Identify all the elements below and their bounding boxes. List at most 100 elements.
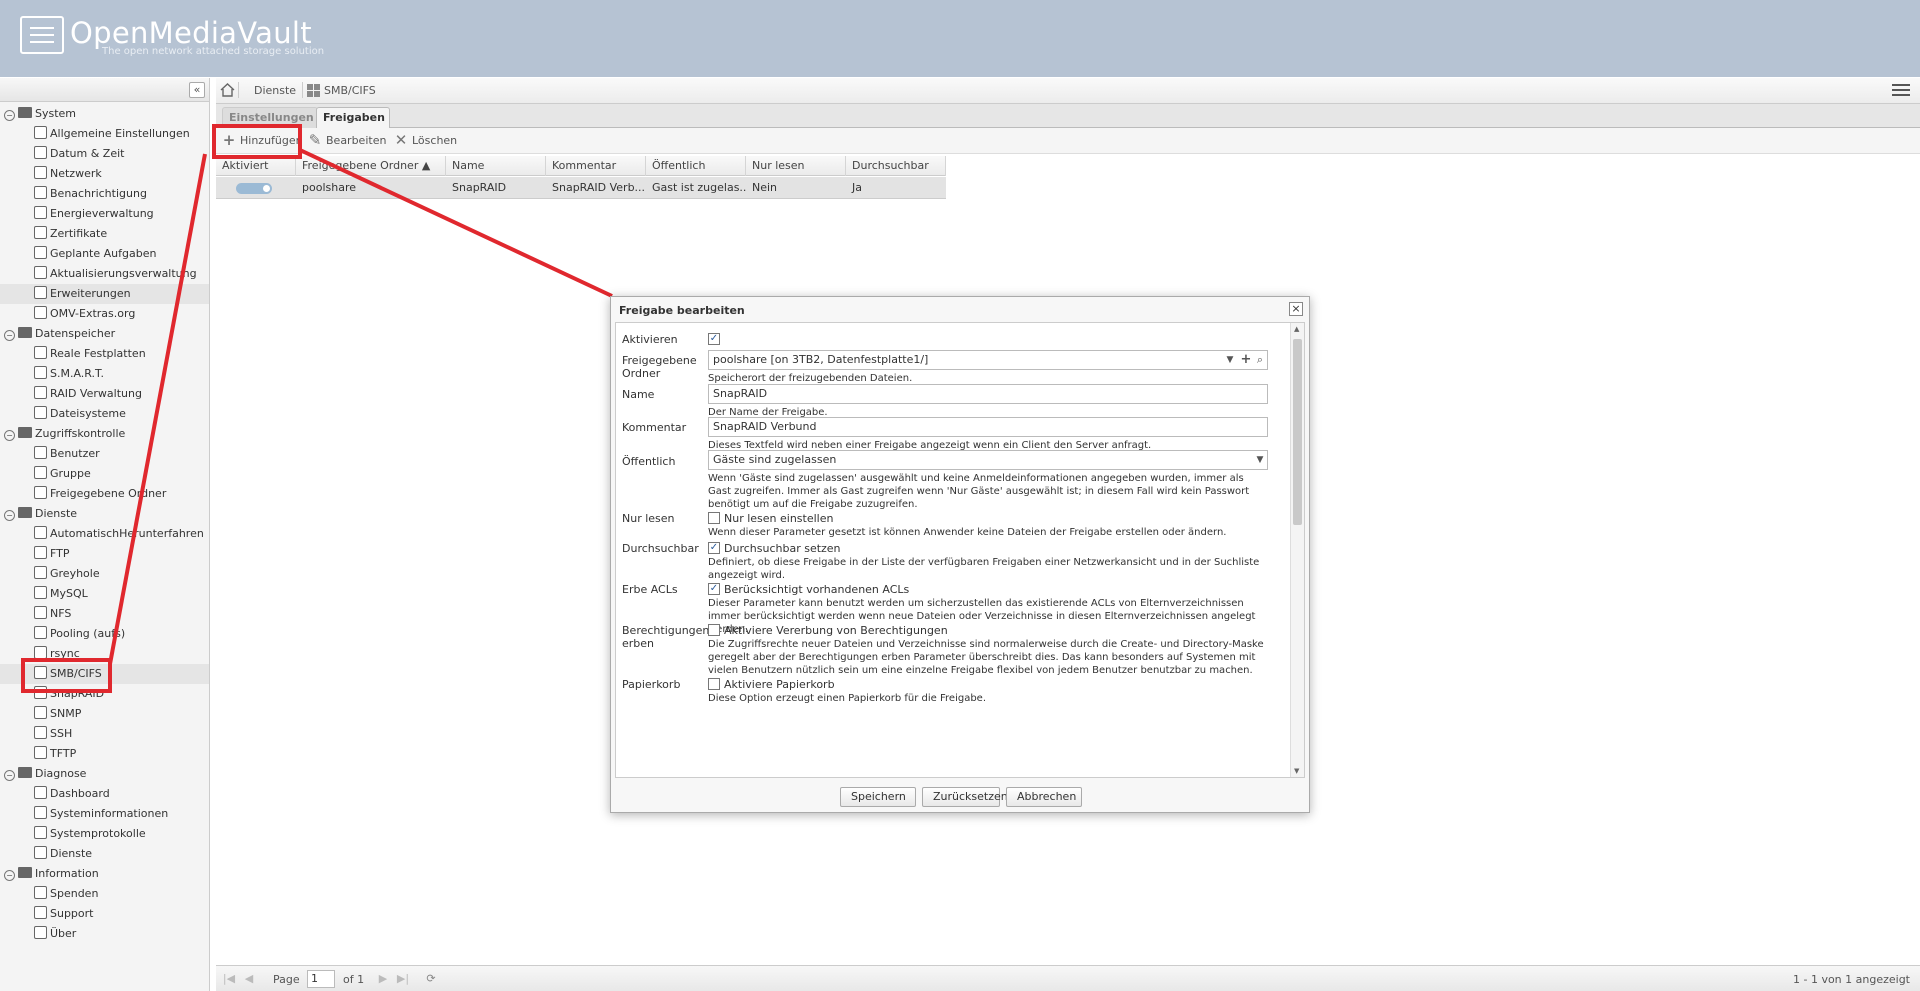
sidebar-item-allgemeine-einstellungen[interactable]: Allgemeine Einstellungen <box>0 124 209 144</box>
expand-toggle-icon[interactable]: − <box>4 330 15 341</box>
menu-icon[interactable] <box>20 16 64 54</box>
chevron-down-icon[interactable]: ▼ <box>1253 451 1267 469</box>
refresh-icon[interactable]: ⟳ <box>424 972 438 986</box>
table-row[interactable]: poolshare SnapRAID SnapRAID Verb... Gast… <box>216 177 946 199</box>
delete-button[interactable]: ✕ Löschen <box>392 132 457 150</box>
column-header-freigegebene-ordner[interactable]: Freigegebene Ordner ▲ <box>296 156 446 176</box>
sidebar-item-netzwerk[interactable]: Netzwerk <box>0 164 209 184</box>
scroll-up-icon[interactable]: ▲ <box>1294 325 1299 333</box>
sidebar-item-erweiterungen[interactable]: Erweiterungen <box>0 284 209 304</box>
sidebar-item-support[interactable]: Support <box>0 904 209 924</box>
toggle-switch[interactable] <box>236 183 272 194</box>
read-only-checkbox[interactable] <box>708 512 720 524</box>
sidebar-item-dashboard[interactable]: Dashboard <box>0 784 209 804</box>
inherit-acls-checkbox[interactable]: ✓ <box>708 583 720 595</box>
expand-toggle-icon[interactable]: − <box>4 430 15 441</box>
recycle-bin-checkbox-label[interactable]: Aktiviere Papierkorb <box>724 678 835 691</box>
sidebar-category-system[interactable]: − System <box>0 104 209 124</box>
prev-page-icon[interactable]: ◀ <box>242 972 256 986</box>
inherit-permissions-checkbox[interactable] <box>708 624 720 636</box>
sidebar-item-energieverwaltung[interactable]: Energieverwaltung <box>0 204 209 224</box>
sidebar-item-raid-verwaltung[interactable]: RAID Verwaltung <box>0 384 209 404</box>
first-page-icon[interactable]: |◀ <box>222 972 236 986</box>
sidebar-item-dateisysteme[interactable]: Dateisysteme <box>0 404 209 424</box>
scroll-down-icon[interactable]: ▼ <box>1294 767 1299 775</box>
scrollbar-thumb[interactable] <box>1293 339 1302 525</box>
sidebar-item-freigegebene-ordner[interactable]: Freigegebene Ordner <box>0 484 209 504</box>
add-button[interactable]: + Hinzufügen <box>220 132 303 150</box>
sidebar-item-nfs[interactable]: NFS <box>0 604 209 624</box>
recycle-bin-checkbox[interactable] <box>708 678 720 690</box>
sidebar-item-datum-zeit[interactable]: Datum & Zeit <box>0 144 209 164</box>
edit-button[interactable]: ✎ Bearbeiten <box>306 132 387 150</box>
column-header-name[interactable]: Name <box>446 156 546 176</box>
next-page-icon[interactable]: ▶ <box>376 972 390 986</box>
inherit-permissions-checkbox-label[interactable]: Aktiviere Vererbung von Berechtigungen <box>724 624 948 637</box>
page-number-input[interactable]: 1 <box>307 970 335 988</box>
sidebar-item-benachrichtigung[interactable]: Benachrichtigung <box>0 184 209 204</box>
sidebar-item-rsync[interactable]: rsync <box>0 644 209 664</box>
inherit-acls-checkbox-label[interactable]: Berücksichtigt vorhandenen ACLs <box>724 583 909 596</box>
hamburger-menu-icon[interactable] <box>1892 84 1910 98</box>
sidebar-item-spenden[interactable]: Spenden <box>0 884 209 904</box>
tab-freigaben[interactable]: Freigaben <box>316 107 390 128</box>
shared-folder-combobox[interactable]: poolshare [on 3TB2, Datenfestplatte1/] ▼… <box>708 350 1268 370</box>
sidebar-item-ftp[interactable]: FTP <box>0 544 209 564</box>
expand-toggle-icon[interactable]: − <box>4 770 15 781</box>
sidebar-item-systemprotokolle[interactable]: Systemprotokolle <box>0 824 209 844</box>
sidebar-item-reale-festplatten[interactable]: Reale Festplatten <box>0 344 209 364</box>
sidebar-item-tftp[interactable]: TFTP <box>0 744 209 764</box>
expand-toggle-icon[interactable]: − <box>4 870 15 881</box>
column-header-nur-lesen[interactable]: Nur lesen <box>746 156 846 176</box>
cancel-button[interactable]: Abbrechen <box>1006 787 1082 807</box>
public-select[interactable]: Gäste sind zugelassen ▼ <box>708 450 1268 470</box>
enabled-toggle[interactable] <box>216 177 296 199</box>
expand-toggle-icon[interactable]: − <box>4 110 15 121</box>
sidebar-item-snmp[interactable]: SNMP <box>0 704 209 724</box>
browsable-checkbox[interactable]: ✓ <box>708 542 720 554</box>
enable-checkbox[interactable]: ✓ <box>708 333 720 345</box>
sidebar-item-automatischherunterfahren[interactable]: AutomatischHerunterfahren <box>0 524 209 544</box>
browsable-checkbox-label[interactable]: Durchsuchbar setzen <box>724 542 841 555</box>
sidebar-item-aktualisierungsverwaltung[interactable]: Aktualisierungsverwaltung <box>0 264 209 284</box>
tab-einstellungen[interactable]: Einstellungen <box>222 107 318 128</box>
sidebar-item-ssh[interactable]: SSH <box>0 724 209 744</box>
last-page-icon[interactable]: ▶| <box>396 972 410 986</box>
sidebar-item-mysql[interactable]: MySQL <box>0 584 209 604</box>
sidebar-category-zugriffskontrolle[interactable]: − Zugriffskontrolle <box>0 424 209 444</box>
home-icon[interactable] <box>220 83 235 97</box>
column-header-kommentar[interactable]: Kommentar <box>546 156 646 176</box>
sidebar-item-omv-extras-org[interactable]: OMV-Extras.org <box>0 304 209 324</box>
search-icon[interactable]: ⌕ <box>1253 351 1267 369</box>
column-header-durchsuchbar[interactable]: Durchsuchbar <box>846 156 946 176</box>
sidebar-item-geplante-aufgaben[interactable]: Geplante Aufgaben <box>0 244 209 264</box>
sidebar-item-zertifikate[interactable]: Zertifikate <box>0 224 209 244</box>
reset-button[interactable]: Zurücksetzen <box>922 787 1008 807</box>
sidebar-item-smb-cifs[interactable]: SMB/CIFS <box>0 664 209 684</box>
plus-icon[interactable]: + <box>1239 351 1253 369</box>
comment-input[interactable]: SnapRAID Verbund <box>708 417 1268 437</box>
chevron-down-icon[interactable]: ▼ <box>1223 351 1237 369</box>
sidebar-item-systeminformationen[interactable]: Systeminformationen <box>0 804 209 824</box>
sidebar-item-benutzer[interactable]: Benutzer <box>0 444 209 464</box>
sidebar-item-s-m-a-r-t[interactable]: S.M.A.R.T. <box>0 364 209 384</box>
save-button[interactable]: Speichern <box>840 787 916 807</box>
sidebar-category-datenspeicher[interactable]: − Datenspeicher <box>0 324 209 344</box>
sidebar-item-dienste[interactable]: Dienste <box>0 844 209 864</box>
sidebar-category-dienste[interactable]: − Dienste <box>0 504 209 524</box>
close-icon[interactable]: × <box>1289 302 1303 316</box>
collapse-sidebar-button[interactable]: « <box>189 82 205 98</box>
column-header-aktiviert[interactable]: Aktiviert <box>216 156 296 176</box>
sidebar-category-diagnose[interactable]: − Diagnose <box>0 764 209 784</box>
sidebar-item-gruppe[interactable]: Gruppe <box>0 464 209 484</box>
sidebar-item-greyhole[interactable]: Greyhole <box>0 564 209 584</box>
sidebar-category-information[interactable]: − Information <box>0 864 209 884</box>
breadcrumb-item-smb[interactable]: SMB/CIFS <box>324 84 376 97</box>
sidebar-item-pooling-aufs[interactable]: Pooling (aufs) <box>0 624 209 644</box>
breadcrumb-item-dienste[interactable]: Dienste <box>254 84 296 97</box>
column-header-oeffentlich[interactable]: Öffentlich <box>646 156 746 176</box>
name-input[interactable]: SnapRAID <box>708 384 1268 404</box>
dialog-scrollbar[interactable]: ▲ ▼ <box>1290 323 1304 777</box>
sidebar-item-snapraid[interactable]: SnapRAID <box>0 684 209 704</box>
expand-toggle-icon[interactable]: − <box>4 510 15 521</box>
